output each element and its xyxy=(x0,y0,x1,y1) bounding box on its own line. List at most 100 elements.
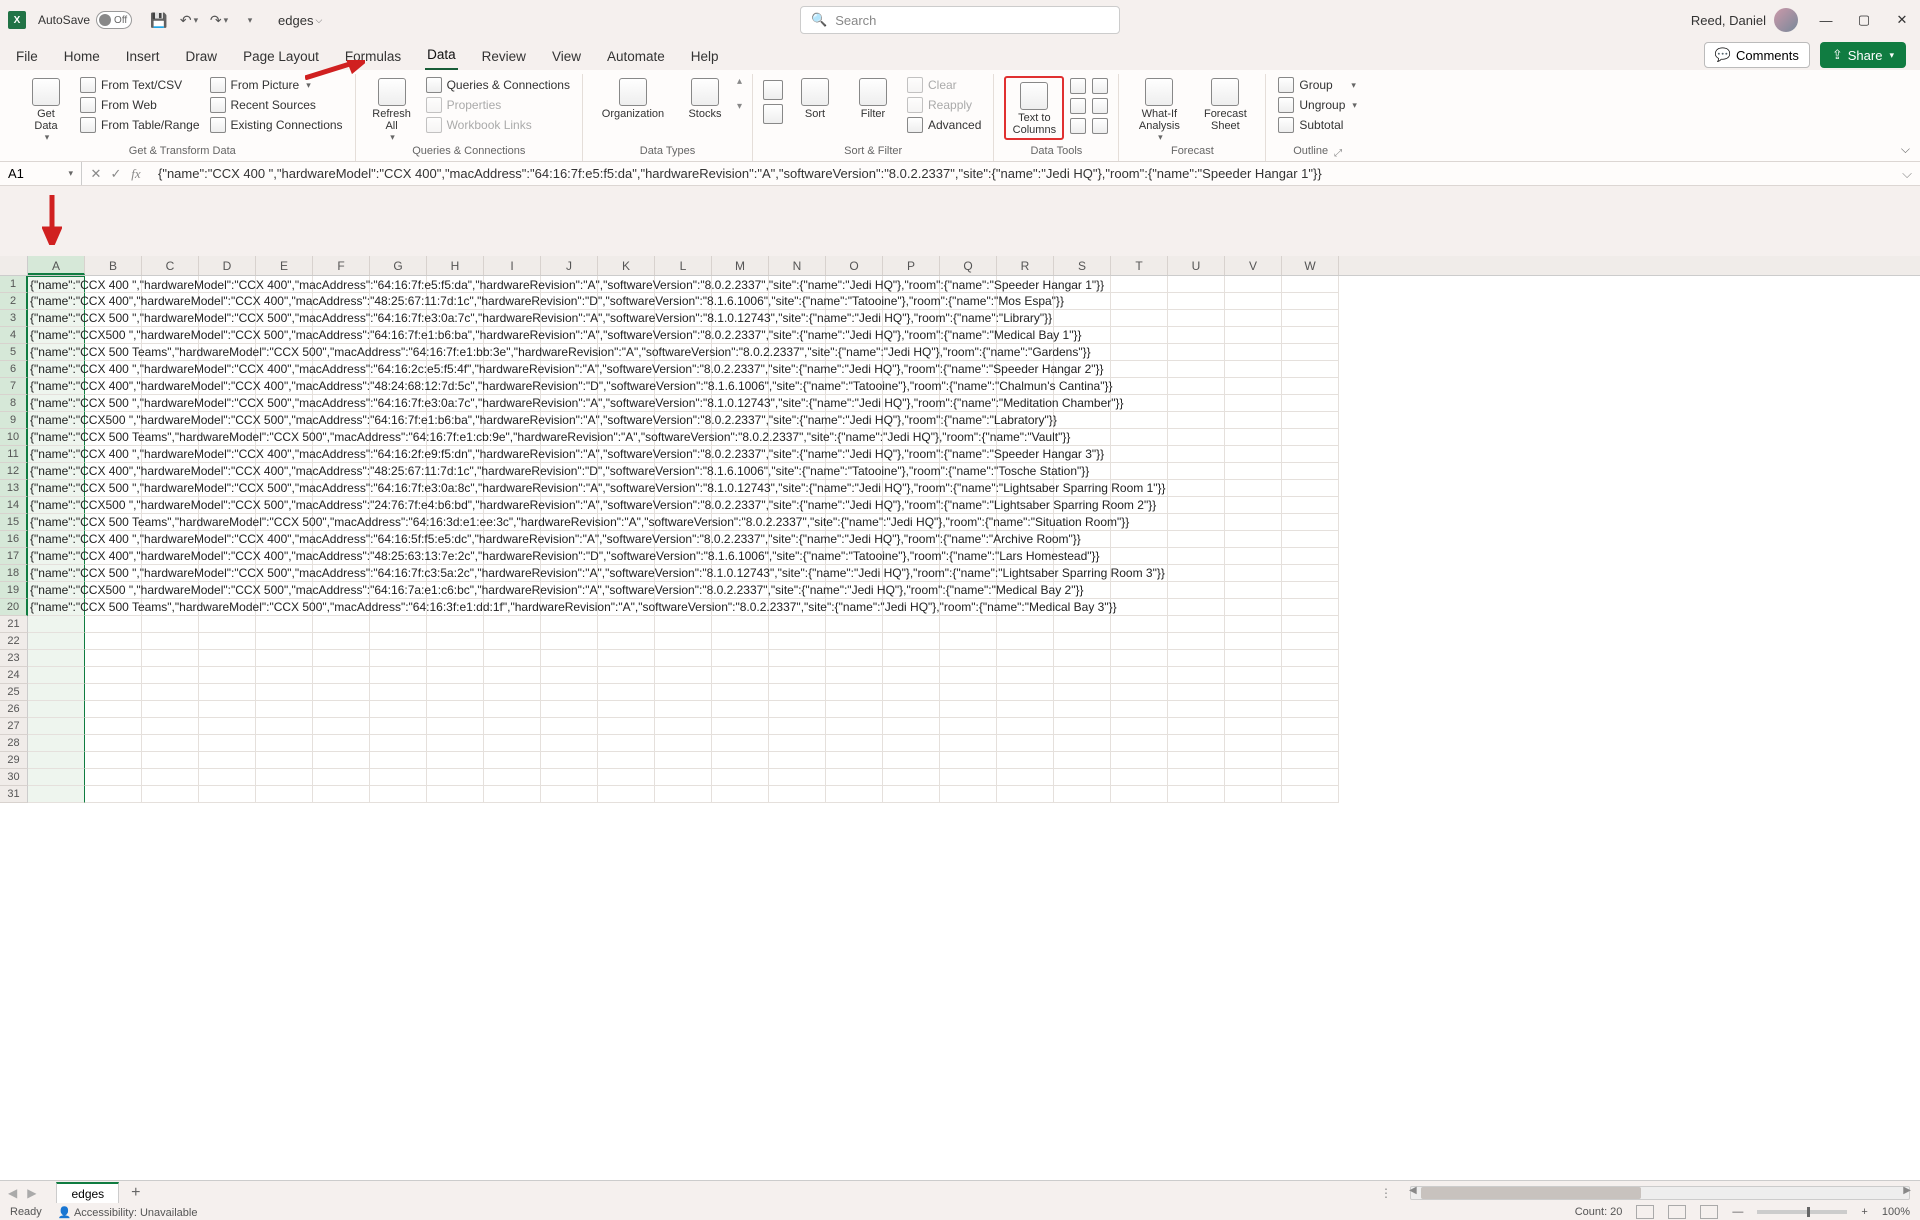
cell[interactable] xyxy=(142,769,199,786)
row-header[interactable]: 1 xyxy=(0,276,28,293)
cancel-icon[interactable]: ✕ xyxy=(88,166,104,182)
row-header[interactable]: 30 xyxy=(0,769,28,786)
cell[interactable] xyxy=(313,701,370,718)
close-icon[interactable]: ✕ xyxy=(1892,10,1912,30)
cell[interactable] xyxy=(484,735,541,752)
status-accessibility[interactable]: 👤 Accessibility: Unavailable xyxy=(58,1206,198,1219)
cell[interactable] xyxy=(1168,769,1225,786)
cell[interactable]: {"name":"CCX500 ","hardwareModel":"CCX 5… xyxy=(28,582,85,599)
row-header[interactable]: 25 xyxy=(0,684,28,701)
tab-file[interactable]: File xyxy=(14,45,40,70)
cell[interactable] xyxy=(256,752,313,769)
cell[interactable] xyxy=(1054,701,1111,718)
cell[interactable] xyxy=(1225,633,1282,650)
cell[interactable] xyxy=(940,735,997,752)
column-header[interactable]: K xyxy=(598,256,655,275)
row-header[interactable]: 7 xyxy=(0,378,28,395)
cell[interactable] xyxy=(28,650,85,667)
scrollbar-thumb[interactable] xyxy=(1421,1187,1641,1199)
cell[interactable] xyxy=(142,633,199,650)
row-header[interactable]: 4 xyxy=(0,327,28,344)
cell[interactable] xyxy=(598,667,655,684)
cell[interactable]: {"name":"CCX 500 ","hardwareModel":"CCX … xyxy=(28,395,85,412)
cell[interactable] xyxy=(1282,344,1339,361)
cell[interactable] xyxy=(655,752,712,769)
maximize-icon[interactable]: ▢ xyxy=(1854,10,1874,30)
cell[interactable] xyxy=(655,701,712,718)
cell[interactable] xyxy=(142,752,199,769)
cell[interactable] xyxy=(1111,684,1168,701)
cell[interactable] xyxy=(712,633,769,650)
cell[interactable] xyxy=(370,786,427,803)
cell[interactable] xyxy=(370,616,427,633)
cell[interactable] xyxy=(1054,310,1111,327)
cell[interactable] xyxy=(769,735,826,752)
cell[interactable] xyxy=(1282,599,1339,616)
cell[interactable] xyxy=(712,667,769,684)
cell[interactable] xyxy=(484,718,541,735)
cell[interactable] xyxy=(1225,565,1282,582)
cell[interactable] xyxy=(1111,752,1168,769)
cell[interactable] xyxy=(541,786,598,803)
cell[interactable] xyxy=(484,616,541,633)
cell[interactable] xyxy=(712,650,769,667)
cell[interactable] xyxy=(712,752,769,769)
row-header[interactable]: 14 xyxy=(0,497,28,514)
cell[interactable] xyxy=(1111,548,1168,565)
cell[interactable] xyxy=(997,616,1054,633)
cell[interactable] xyxy=(1111,412,1168,429)
autosave[interactable]: AutoSave Off xyxy=(38,11,132,29)
cell[interactable] xyxy=(1168,599,1225,616)
cell[interactable] xyxy=(85,735,142,752)
cell[interactable] xyxy=(28,616,85,633)
cell[interactable] xyxy=(1225,395,1282,412)
cell[interactable] xyxy=(484,786,541,803)
cell[interactable] xyxy=(826,752,883,769)
from-web-button[interactable]: From Web xyxy=(78,96,202,114)
cell[interactable] xyxy=(370,650,427,667)
fx-icon[interactable]: fx xyxy=(128,166,144,182)
select-all-corner[interactable] xyxy=(0,256,28,275)
autosave-toggle[interactable]: Off xyxy=(96,11,132,29)
cell[interactable] xyxy=(940,786,997,803)
cell[interactable] xyxy=(484,684,541,701)
cell[interactable] xyxy=(598,786,655,803)
cell[interactable] xyxy=(1225,412,1282,429)
cell[interactable] xyxy=(1054,412,1111,429)
cell[interactable] xyxy=(427,684,484,701)
cell[interactable] xyxy=(826,735,883,752)
cell[interactable] xyxy=(655,616,712,633)
search-input[interactable]: 🔍 Search xyxy=(800,6,1120,34)
sheet-tab[interactable]: edges xyxy=(56,1182,119,1203)
column-header[interactable]: P xyxy=(883,256,940,275)
column-header[interactable]: Q xyxy=(940,256,997,275)
cell[interactable] xyxy=(199,701,256,718)
cell[interactable] xyxy=(313,650,370,667)
cell[interactable] xyxy=(997,684,1054,701)
cell[interactable] xyxy=(1054,735,1111,752)
cell[interactable] xyxy=(1282,769,1339,786)
cell[interactable] xyxy=(883,701,940,718)
cell[interactable] xyxy=(1225,463,1282,480)
cell[interactable] xyxy=(997,633,1054,650)
cell[interactable] xyxy=(1282,497,1339,514)
cell[interactable] xyxy=(940,667,997,684)
row-header[interactable]: 26 xyxy=(0,701,28,718)
cell[interactable] xyxy=(427,633,484,650)
cell[interactable] xyxy=(313,667,370,684)
cell[interactable] xyxy=(142,650,199,667)
row-header[interactable]: 16 xyxy=(0,531,28,548)
cell[interactable] xyxy=(1111,599,1168,616)
cell[interactable] xyxy=(256,718,313,735)
cell[interactable] xyxy=(1168,497,1225,514)
organization-button[interactable]: Organization xyxy=(593,76,673,120)
column-header[interactable]: N xyxy=(769,256,826,275)
cell[interactable] xyxy=(427,667,484,684)
cell[interactable] xyxy=(883,684,940,701)
cell[interactable] xyxy=(142,684,199,701)
cell[interactable] xyxy=(1054,650,1111,667)
row-header[interactable]: 13 xyxy=(0,480,28,497)
cell[interactable] xyxy=(1168,531,1225,548)
cell[interactable] xyxy=(598,684,655,701)
scroll-right-icon[interactable]: ▶ xyxy=(1903,1185,1911,1196)
